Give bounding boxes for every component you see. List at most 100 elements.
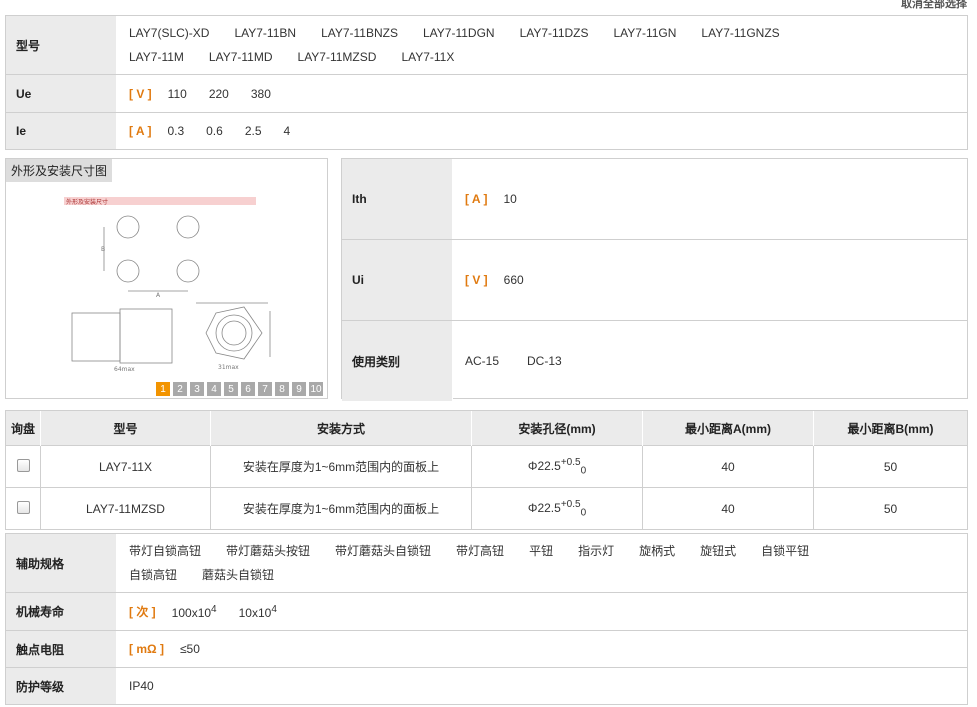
- ith-label: Ith: [342, 159, 453, 239]
- svg-text:31max: 31max: [218, 364, 239, 371]
- model-chip[interactable]: LAY7-11BNZS: [321, 21, 398, 45]
- table-row: LAY7-11X 安装在厚度为1~6mm范围内的面板上 Φ22.5+0.50 4…: [6, 445, 967, 488]
- usage-row: 使用类别 AC-15 DC-13: [342, 321, 967, 401]
- row-hole: Φ22.5+0.50: [471, 445, 643, 488]
- aux-chip[interactable]: 带灯蘑菇头自锁钮: [335, 539, 431, 563]
- model-chip[interactable]: LAY7-11MD: [209, 45, 273, 69]
- model-chip[interactable]: LAY7-11X: [401, 45, 454, 69]
- ue-value[interactable]: 220: [209, 87, 229, 101]
- protect-value[interactable]: IP40: [129, 679, 154, 693]
- page-button[interactable]: 9: [292, 382, 306, 396]
- protect-row: 防护等级 IP40: [6, 668, 967, 704]
- aux-chip[interactable]: 指示灯: [578, 539, 614, 563]
- current-voltage-spec: Ith [ A ] 10 Ui [ V ] 660 使用类别 AC-15 DC-…: [341, 158, 968, 401]
- ith-unit: [ A ]: [465, 192, 488, 206]
- product-table: 询盘 型号 安装方式 安装孔径(mm) 最小距离A(mm) 最小距离B(mm) …: [5, 410, 968, 530]
- model-chip[interactable]: LAY7-11GNZS: [701, 21, 779, 45]
- row-distance-a: 40: [642, 487, 814, 529]
- drawing-pager: 1 2 3 4 5 6 7 8 9 10: [153, 382, 323, 396]
- model-chip[interactable]: LAY7(SLC)-XD: [129, 21, 209, 45]
- page-button[interactable]: 6: [241, 382, 255, 396]
- row-hole: Φ22.5+0.50: [471, 487, 643, 529]
- page-button[interactable]: 4: [207, 382, 221, 396]
- life-row: 机械寿命 [ 次 ] 100x104 10x104: [6, 593, 967, 631]
- row-distance-a: 40: [642, 445, 814, 488]
- ie-row: Ie [ A ] 0.3 0.6 2.5 4: [6, 113, 967, 149]
- inquiry-checkbox[interactable]: [16, 500, 30, 514]
- ue-value[interactable]: 380: [251, 87, 271, 101]
- model-chip[interactable]: LAY7-11DGN: [423, 21, 495, 45]
- life-label: 机械寿命: [6, 593, 117, 630]
- svg-text:64max: 64max: [114, 366, 135, 373]
- ie-value[interactable]: 4: [284, 124, 291, 138]
- dimension-drawing-panel: 外形及安装尺寸图 外形及安装尺寸 B A 64max 31max 1 2 3 4 5 …: [5, 158, 328, 399]
- protect-label: 防护等级: [6, 668, 117, 704]
- life-value[interactable]: 10x104: [239, 604, 277, 620]
- model-voltage-table: 型号 LAY7(SLC)-XD LAY7-11BN LAY7-11BNZS LA…: [5, 15, 968, 150]
- contact-unit: [ mΩ ]: [129, 642, 164, 656]
- ue-value[interactable]: 110: [168, 87, 187, 101]
- drawing-caption: 外形及安装尺寸: [66, 198, 108, 206]
- page-button[interactable]: 1: [156, 382, 170, 396]
- svg-text:A: A: [156, 292, 161, 299]
- aux-chip[interactable]: 旋钮式: [700, 539, 736, 563]
- model-chip[interactable]: LAY7-11M: [129, 45, 184, 69]
- drawing-panel-title: 外形及安装尺寸图: [6, 159, 113, 182]
- row-mount: 安装在厚度为1~6mm范围内的面板上: [210, 487, 472, 529]
- page-button[interactable]: 8: [275, 382, 289, 396]
- page-button[interactable]: 2: [173, 382, 187, 396]
- life-unit: [ 次 ]: [129, 605, 156, 619]
- ie-value[interactable]: 0.6: [206, 124, 223, 138]
- row-mount: 安装在厚度为1~6mm范围内的面板上: [210, 445, 472, 488]
- table-header: 询盘 型号 安装方式 安装孔径(mm) 最小距离A(mm) 最小距离B(mm): [6, 411, 967, 446]
- deselect-all-link[interactable]: 取消全部选择: [901, 0, 967, 11]
- ie-value[interactable]: 2.5: [245, 124, 262, 138]
- page-button[interactable]: 10: [309, 382, 323, 396]
- aux-chip[interactable]: 自锁平钮: [761, 539, 809, 563]
- page-button[interactable]: 3: [190, 382, 204, 396]
- aux-spec-table: 辅助规格 带灯自锁高钮 带灯蘑菇头按钮 带灯蘑菇头自锁钮 带灯高钮 平钮 指示灯…: [5, 533, 968, 705]
- ue-label: Ue: [6, 75, 117, 112]
- aux-label: 辅助规格: [6, 534, 117, 592]
- contact-value[interactable]: ≤50: [180, 642, 200, 656]
- model-chip[interactable]: LAY7-11MZSD: [298, 45, 377, 69]
- page-button[interactable]: 5: [224, 382, 238, 396]
- col-distance-b: 最小距离B(mm): [813, 411, 967, 446]
- model-chip[interactable]: LAY7-11GN: [614, 21, 677, 45]
- row-model[interactable]: LAY7-11MZSD: [40, 487, 211, 529]
- row-model[interactable]: LAY7-11X: [40, 445, 211, 488]
- col-distance-a: 最小距离A(mm): [642, 411, 814, 446]
- ui-value[interactable]: 660: [504, 273, 524, 287]
- ith-value[interactable]: 10: [503, 192, 516, 206]
- page-button[interactable]: 7: [258, 382, 272, 396]
- aux-chip[interactable]: 带灯自锁高钮: [129, 539, 201, 563]
- model-chip[interactable]: LAY7-11DZS: [520, 21, 589, 45]
- ue-unit: [ V ]: [129, 86, 152, 101]
- aux-chip[interactable]: 旋柄式: [639, 539, 675, 563]
- ui-row: Ui [ V ] 660: [342, 240, 967, 321]
- table-row: LAY7-11MZSD 安装在厚度为1~6mm范围内的面板上 Φ22.5+0.5…: [6, 487, 967, 529]
- contact-label: 触点电阻: [6, 631, 117, 667]
- inquiry-checkbox[interactable]: [16, 458, 30, 472]
- ie-value[interactable]: 0.3: [167, 124, 184, 138]
- ui-unit: [ V ]: [465, 273, 488, 287]
- model-chip[interactable]: LAY7-11BN: [234, 21, 296, 45]
- usage-value[interactable]: DC-13: [527, 354, 562, 368]
- life-value[interactable]: 100x104: [172, 604, 217, 620]
- ie-unit: [ A ]: [129, 124, 152, 138]
- model-label: 型号: [6, 16, 117, 74]
- aux-chip[interactable]: 带灯蘑菇头按钮: [226, 539, 310, 563]
- aux-row: 辅助规格 带灯自锁高钮 带灯蘑菇头按钮 带灯蘑菇头自锁钮 带灯高钮 平钮 指示灯…: [6, 534, 967, 593]
- ui-label: Ui: [342, 240, 453, 320]
- row-distance-b: 50: [813, 487, 967, 529]
- aux-chip[interactable]: 自锁高钮: [129, 563, 177, 587]
- usage-value[interactable]: AC-15: [465, 354, 499, 368]
- dimension-drawing[interactable]: 外形及安装尺寸 B A 64max 31max: [6, 183, 327, 383]
- row-distance-b: 50: [813, 445, 967, 488]
- model-row: 型号 LAY7(SLC)-XD LAY7-11BN LAY7-11BNZS LA…: [6, 16, 967, 75]
- col-model: 型号: [40, 411, 211, 446]
- aux-chip[interactable]: 蘑菇头自锁钮: [202, 563, 274, 587]
- usage-label: 使用类别: [342, 321, 453, 401]
- aux-chip[interactable]: 带灯高钮: [456, 539, 504, 563]
- aux-chip[interactable]: 平钮: [529, 539, 553, 563]
